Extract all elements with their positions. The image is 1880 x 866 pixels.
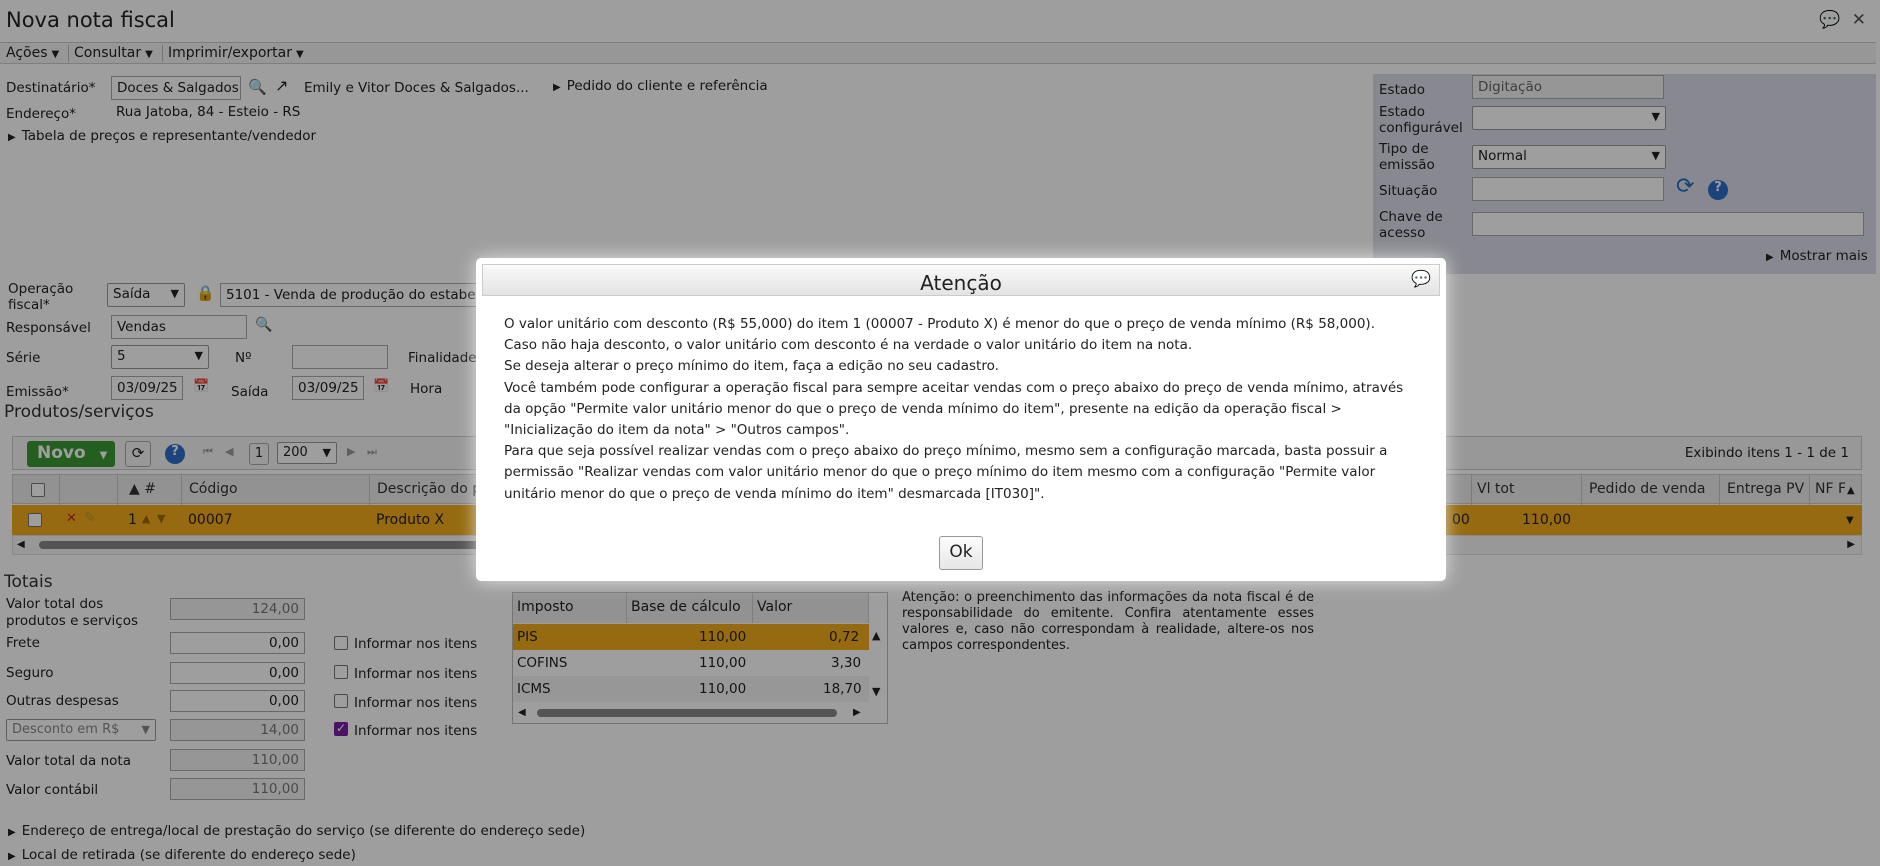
dialog-line: Você também pode configurar a operação f… xyxy=(504,379,1404,439)
dialog-line: Caso não haja desconto, o valor unitário… xyxy=(504,337,1193,354)
dialog-message: O valor unitário com desconto (R$ 55,000… xyxy=(504,314,1424,505)
dialog-header: Atenção 💬 xyxy=(482,264,1440,296)
ok-button[interactable]: Ok xyxy=(939,536,983,570)
dialog-line: Para que seja possível realizar vendas c… xyxy=(504,443,1388,502)
chat-icon[interactable]: 💬 xyxy=(1411,269,1431,288)
dialog-line: O valor unitário com desconto (R$ 55,000… xyxy=(504,316,1375,332)
dialog-line: Se deseja alterar o preço mínimo do item… xyxy=(504,358,999,375)
attention-dialog: Atenção 💬 O valor unitário com desconto … xyxy=(476,258,1446,581)
dialog-title: Atenção xyxy=(920,271,1002,295)
